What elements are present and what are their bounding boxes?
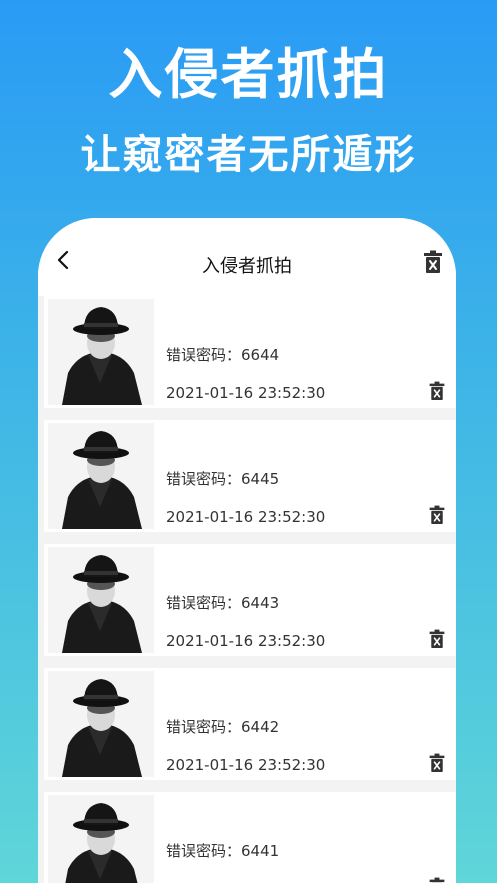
promo-subtitle: 让窥密者无所遁形 bbox=[80, 131, 417, 178]
wrong-password-text: 错误密码：6445 bbox=[166, 470, 280, 488]
wrong-password-text: 错误密码：6441 bbox=[166, 842, 280, 860]
intruder-record-list: 错误密码：6644 2021-01-16 23:52:30 错误密码：6445 … bbox=[44, 296, 456, 883]
delete-record-button[interactable] bbox=[428, 876, 446, 883]
intruder-photo[interactable] bbox=[48, 299, 154, 405]
intruder-photo[interactable] bbox=[48, 671, 154, 777]
capture-timestamp: 2021-01-16 23:52:30 bbox=[166, 756, 326, 774]
delete-record-button[interactable] bbox=[428, 380, 446, 402]
intruder-photo-image bbox=[48, 423, 154, 529]
wrong-password-text: 错误密码：6443 bbox=[166, 594, 280, 612]
intruder-record-card[interactable]: 错误密码：6442 2021-01-16 23:52:30 bbox=[44, 668, 456, 780]
delete-record-button[interactable] bbox=[428, 752, 446, 774]
wrong-password-text: 错误密码：6442 bbox=[166, 718, 280, 736]
clear-all-button[interactable] bbox=[422, 250, 444, 274]
capture-timestamp: 2021-01-16 23:52:30 bbox=[166, 508, 326, 526]
trash-icon bbox=[429, 753, 445, 772]
trash-icon bbox=[429, 381, 445, 400]
trash-icon bbox=[429, 505, 445, 524]
intruder-photo-image bbox=[48, 299, 154, 405]
intruder-record-card[interactable]: 错误密码：6644 2021-01-16 23:52:30 bbox=[44, 296, 456, 408]
page-title: 入侵者抓拍 bbox=[202, 256, 292, 277]
navigation-bar: 入侵者抓拍 bbox=[38, 218, 456, 296]
trash-icon bbox=[429, 629, 445, 648]
intruder-photo-image bbox=[48, 547, 154, 653]
intruder-record-card[interactable]: 错误密码：6445 2021-01-16 23:52:30 bbox=[44, 420, 456, 532]
intruder-photo-image bbox=[48, 795, 154, 883]
intruder-photo[interactable] bbox=[48, 795, 154, 883]
promo-title: 入侵者抓拍 bbox=[108, 42, 389, 106]
wrong-password-text: 错误密码：6644 bbox=[166, 346, 280, 364]
intruder-record-card[interactable]: 错误密码：6441 2021-01-16 23:52:30 bbox=[44, 792, 456, 883]
intruder-record-card[interactable]: 错误密码：6443 2021-01-16 23:52:30 bbox=[44, 544, 456, 656]
intruder-photo[interactable] bbox=[48, 547, 154, 653]
intruder-photo[interactable] bbox=[48, 423, 154, 529]
trash-icon bbox=[424, 250, 442, 273]
trash-icon bbox=[429, 877, 445, 883]
intruder-photo-image bbox=[48, 671, 154, 777]
delete-record-button[interactable] bbox=[428, 628, 446, 650]
delete-record-button[interactable] bbox=[428, 504, 446, 526]
phone-screen: 入侵者抓拍 错误密码：6644 2021-01-16 23:52:30 错误密码… bbox=[38, 218, 456, 883]
capture-timestamp: 2021-01-16 23:52:30 bbox=[166, 632, 326, 650]
capture-timestamp: 2021-01-16 23:52:30 bbox=[166, 384, 326, 402]
